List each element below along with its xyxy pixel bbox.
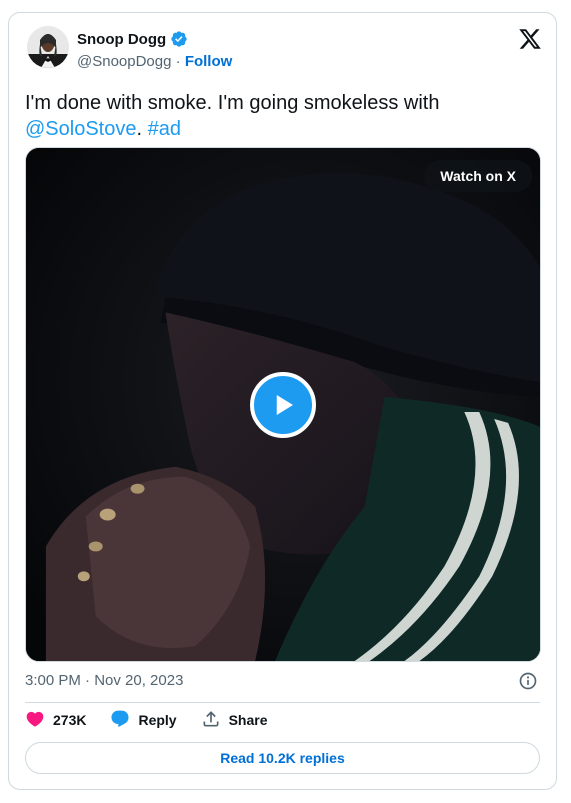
mention-link[interactable]: @SoloStove [25, 118, 136, 140]
like-count: 273K [53, 712, 87, 728]
handle-line: @SnoopDogg · Follow [77, 53, 232, 70]
reply-bubble-icon [110, 709, 130, 732]
tweet-text-punct: . [136, 118, 148, 140]
author-handle[interactable]: @SnoopDogg [77, 53, 171, 70]
author-name[interactable]: Snoop Dogg [77, 31, 166, 48]
share-button[interactable]: Share [201, 709, 268, 732]
author-name-row[interactable]: Snoop Dogg [77, 30, 188, 48]
read-replies-button[interactable]: Read 10.2K replies [25, 742, 540, 774]
follow-link[interactable]: Follow [185, 53, 233, 70]
tweet-card: Snoop Dogg @SnoopDogg · Follow I'm done … [8, 12, 557, 790]
tweet-timestamp[interactable]: 3:00 PM · Nov 20, 2023 [25, 672, 183, 689]
heart-icon [25, 709, 45, 732]
video-player[interactable]: Watch on X [25, 147, 541, 662]
reply-label: Reply [138, 712, 177, 728]
reply-button[interactable]: Reply [110, 709, 177, 732]
watch-on-x-button[interactable]: Watch on X [424, 160, 532, 192]
like-button[interactable]: 273K [25, 709, 86, 732]
tweet-text-intro: I'm done with smoke. I'm going smokeless… [25, 92, 440, 114]
tweet-actions: 273K Reply Share [25, 709, 292, 731]
info-icon[interactable] [518, 671, 538, 691]
verified-badge-icon [170, 30, 188, 48]
share-icon [201, 709, 221, 732]
handle-separator: · [171, 53, 185, 70]
play-icon[interactable] [250, 371, 316, 438]
hashtag-link[interactable]: #ad [148, 118, 181, 140]
tweet-text: I'm done with smoke. I'm going smokeless… [25, 90, 545, 142]
x-logo-icon[interactable] [518, 27, 542, 51]
divider [25, 702, 540, 703]
author-avatar[interactable] [27, 26, 69, 68]
share-label: Share [228, 712, 268, 728]
